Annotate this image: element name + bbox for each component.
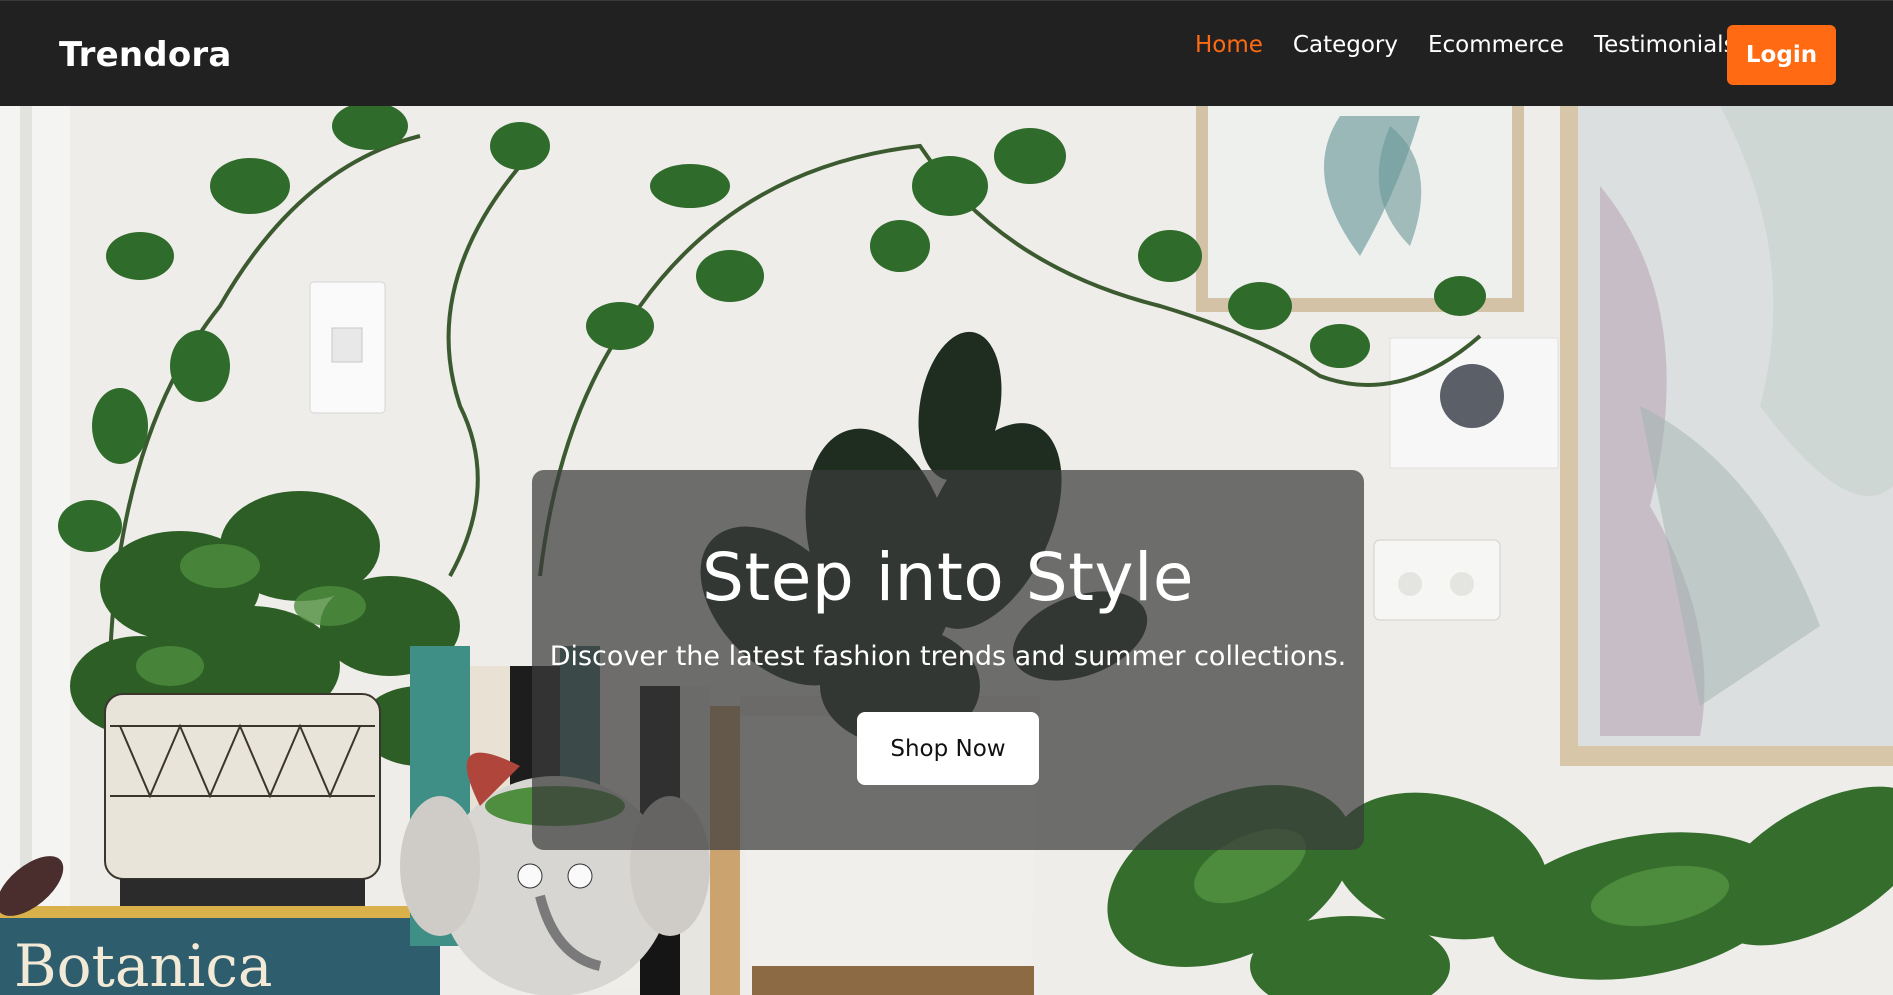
brand-logo[interactable]: Trendora: [59, 35, 232, 75]
shop-now-button[interactable]: Shop Now: [857, 712, 1039, 785]
hero-title: Step into Style: [702, 539, 1194, 616]
hero-section: Botanica Step into Style Discover the la…: [0, 106, 1893, 995]
nav-link-ecommerce[interactable]: Ecommerce: [1428, 31, 1564, 59]
hero-subtitle: Discover the latest fashion trends and s…: [549, 641, 1347, 672]
login-button[interactable]: Login: [1727, 25, 1836, 85]
nav-link-category[interactable]: Category: [1293, 31, 1398, 59]
hero-card: Step into Style Discover the latest fash…: [532, 470, 1364, 850]
navbar: Trendora Home Category Ecommerce Testimo…: [0, 0, 1893, 106]
nav-link-home[interactable]: Home: [1195, 31, 1263, 59]
nav-link-testimonials[interactable]: Testimonials: [1594, 31, 1736, 59]
nav-links: Home Category Ecommerce Testimonials: [1195, 31, 1766, 59]
book-spine-text: Botanica: [14, 932, 272, 995]
